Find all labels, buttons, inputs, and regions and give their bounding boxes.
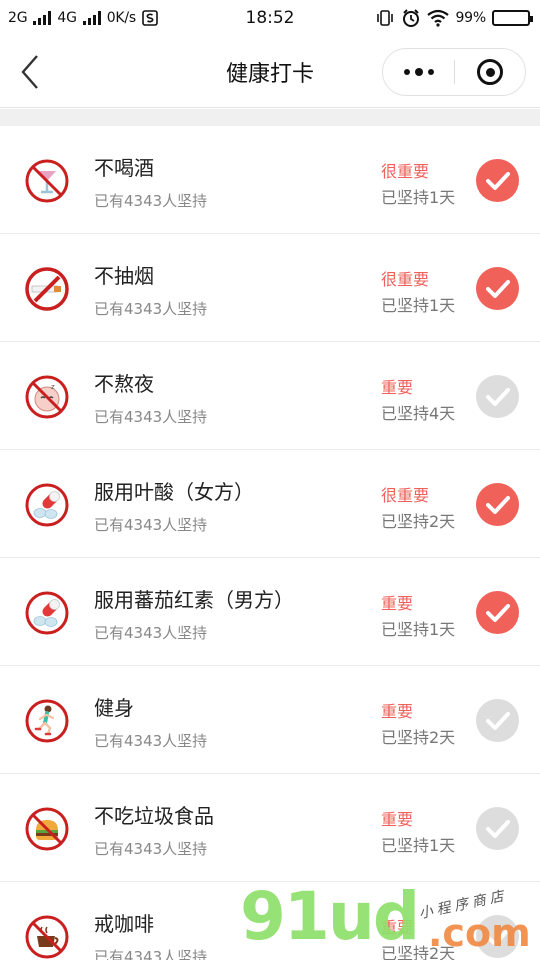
participant-count: 已有4343人坚持 [94,624,208,642]
check-in-button[interactable] [476,807,519,850]
no-drinking-icon [25,159,69,203]
participant-count: 已有4343人坚持 [94,732,208,750]
check-in-button[interactable] [476,591,519,634]
habit-title: 不抽烟 [94,264,154,288]
checkmark-icon [485,819,510,838]
streak-days: 已坚持2天 [381,728,456,747]
nav-bar: 健康打卡 [0,36,540,108]
pill-icon [25,591,69,635]
check-in-button[interactable] [476,375,519,418]
status-left: 2G 4G 0K/s [8,10,158,26]
close-mini-program-button[interactable] [455,49,525,95]
check-in-button[interactable] [476,159,519,202]
check-in-button[interactable] [476,699,519,742]
list-item[interactable]: 健身 已有4343人坚持 重要 已坚持2天 [0,666,540,774]
no-coffee-icon [25,915,69,959]
signal-icon [82,11,101,25]
habit-title: 戒咖啡 [94,912,154,936]
streak-days: 已坚持4天 [381,404,456,423]
habit-title: 服用叶酸（女方） [94,480,254,504]
habit-title: 不吃垃圾食品 [94,804,214,828]
habit-title: 不熬夜 [94,372,154,396]
status-bar: 2G 4G 0K/s 18:52 99% [0,0,540,36]
runner-icon [25,699,69,743]
pill-icon [25,483,69,527]
battery-icon [492,10,533,26]
svg-text:z: z [51,383,55,391]
streak-days: 已坚持2天 [381,944,456,960]
signal-icon [33,11,52,25]
streak-days: 已坚持1天 [381,296,456,315]
habit-title: 不喝酒 [94,156,154,180]
habit-title: 健身 [94,696,134,720]
checkmark-icon [485,603,510,622]
checkmark-icon [485,711,510,730]
list-item[interactable]: 服用蕃茄红素（男方） 已有4343人坚持 重要 已坚持1天 [0,558,540,666]
checkmark-icon [485,279,510,298]
network-type-2: 4G [57,10,77,26]
list-item[interactable]: 不吃垃圾食品 已有4343人坚持 重要 已坚持1天 [0,774,540,882]
checkmark-icon [485,495,510,514]
importance-level: 很重要 [381,270,430,289]
network-type-1: 2G [8,10,28,26]
check-in-button[interactable] [476,483,519,526]
streak-days: 已坚持1天 [381,620,456,639]
section-divider [0,109,540,126]
importance-level: 重要 [381,594,414,613]
list-item[interactable]: 服用叶酸（女方） 已有4343人坚持 很重要 已坚持2天 [0,450,540,558]
checkmark-icon [485,927,510,946]
importance-level: 重要 [381,810,414,829]
wifi-icon [427,9,450,27]
vibrate-icon [377,10,394,26]
no-junk-food-icon [25,807,69,851]
more-dots-icon [403,69,410,75]
checkmark-icon [485,387,510,406]
participant-count: 已有4343人坚持 [94,192,208,210]
alarm-icon [403,9,420,27]
list-item[interactable]: 不抽烟 已有4343人坚持 很重要 已坚持1天 [0,234,540,342]
battery-percent: 99% [455,10,486,26]
back-button[interactable] [12,52,48,92]
importance-level: 重要 [381,378,414,397]
checkmark-icon [485,171,510,190]
no-late-night-icon: z [25,375,69,419]
habit-title: 服用蕃茄红素（男方） [94,588,294,612]
chevron-left-icon [21,55,38,89]
check-in-button[interactable] [476,267,519,310]
list-item[interactable]: 不喝酒 已有4343人坚持 很重要 已坚持1天 [0,126,540,234]
streak-days: 已坚持2天 [381,512,456,531]
importance-level: 很重要 [381,162,430,181]
mini-program-capsule [382,48,526,96]
more-button[interactable] [383,49,454,95]
list-item[interactable]: z 不熬夜 已有4343人坚持 重要 已坚持4天 [0,342,540,450]
participant-count: 已有4343人坚持 [94,300,208,318]
importance-level: 很重要 [381,486,430,505]
habit-list: 不喝酒 已有4343人坚持 很重要 已坚持1天 不抽烟 已有4343人坚持 很重… [0,126,540,960]
streak-days: 已坚持1天 [381,836,456,855]
streak-days: 已坚持1天 [381,188,456,207]
participant-count: 已有4343人坚持 [94,948,208,960]
network-speed: 0K/s [106,10,137,26]
target-icon [477,59,503,85]
importance-level: 重要 [381,918,414,937]
check-in-button[interactable] [476,915,519,958]
status-right: 99% [375,8,533,28]
participant-count: 已有4343人坚持 [94,516,208,534]
no-smoking-icon [25,267,69,311]
participant-count: 已有4343人坚持 [94,408,208,426]
list-item[interactable]: 戒咖啡 已有4343人坚持 重要 已坚持2天 [0,882,540,960]
participant-count: 已有4343人坚持 [94,840,208,858]
importance-level: 重要 [381,702,414,721]
sync-icon [142,10,158,26]
